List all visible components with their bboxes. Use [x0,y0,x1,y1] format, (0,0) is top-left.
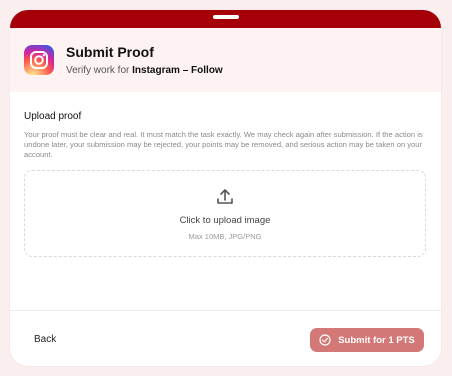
upload-icon [217,188,233,204]
subtitle-prefix: Verify work for [66,65,133,76]
sheet-footer: Back Submit for 1 PTS [10,310,441,366]
sheet-header: Submit Proof Verify work for Instagram –… [10,28,441,92]
upload-label: Click to upload image [179,214,271,226]
header-text: Submit Proof Verify work for Instagram –… [66,43,223,77]
upload-dropzone[interactable]: Click to upload image Max 10MB, JPG/PNG [24,170,426,257]
back-button[interactable]: Back [34,334,56,345]
upload-hint: Max 10MB, JPG/PNG [188,231,262,241]
upload-section: Upload proof Your proof must be clear an… [10,111,441,257]
check-circle-icon [319,334,331,346]
page-title: Submit Proof [66,44,154,60]
page-subtitle: Verify work for Instagram – Follow [66,64,223,77]
submit-label: Submit for 1 PTS [338,334,415,346]
drag-handle[interactable] [212,15,239,19]
upload-description: Your proof must be clear and real. It mu… [24,130,423,159]
instagram-logo-icon [24,45,54,75]
submit-proof-sheet: Submit Proof Verify work for Instagram –… [10,10,441,366]
upload-title: Upload proof [24,111,82,122]
submit-button[interactable]: Submit for 1 PTS [310,328,424,352]
task-name: Instagram – Follow [132,65,223,76]
sheet-top-bar [10,10,441,28]
